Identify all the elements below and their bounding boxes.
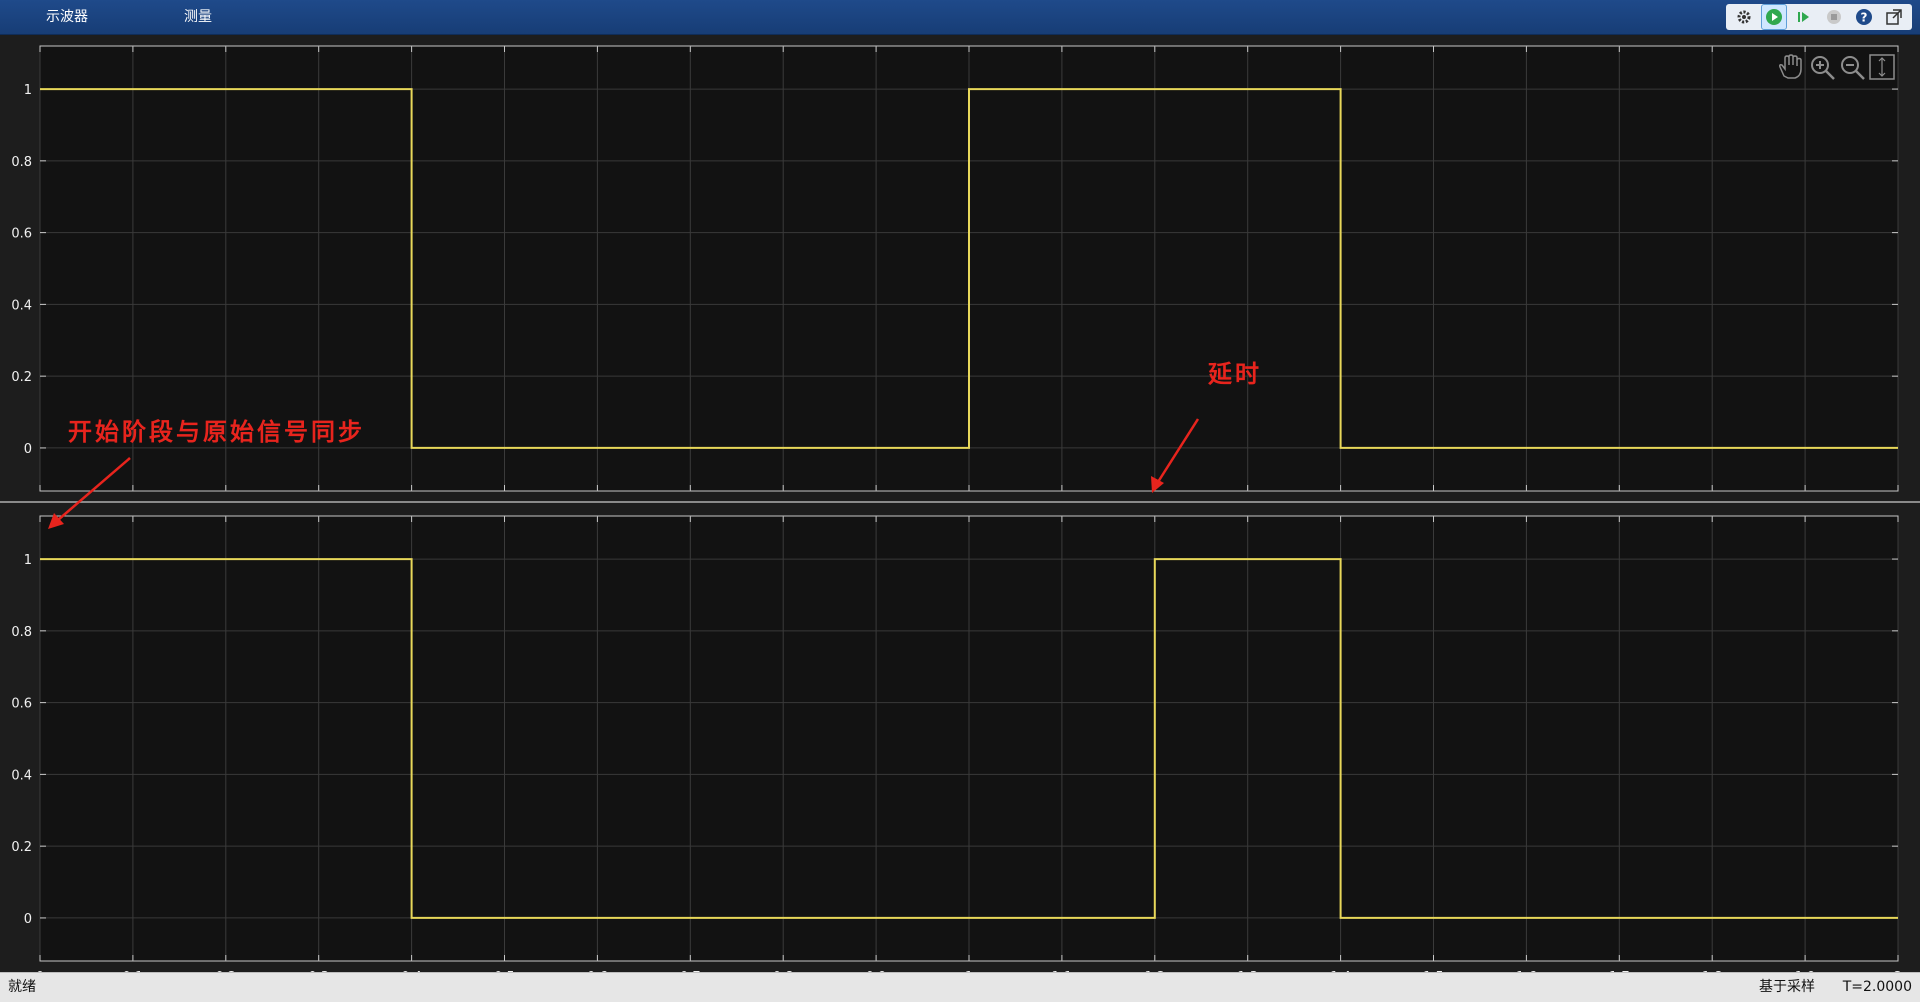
title-bar: 示波器 测量 ? bbox=[0, 0, 1920, 35]
annotation-delay: 延时 bbox=[1207, 359, 1262, 388]
undock-icon[interactable] bbox=[1882, 5, 1906, 29]
lower-axes[interactable]: 00.10.20.30.40.50.60.70.80.911.11.21.31.… bbox=[11, 515, 1902, 972]
help-icon[interactable]: ? bbox=[1852, 5, 1876, 29]
y-tick-label: 0.6 bbox=[11, 227, 32, 242]
y-tick-label: 0.6 bbox=[11, 697, 32, 712]
status-sample-mode: 基于采样 bbox=[1759, 979, 1815, 995]
y-tick-label: 0 bbox=[24, 442, 32, 457]
run-icon[interactable] bbox=[1761, 4, 1787, 30]
y-tick-label: 0 bbox=[24, 912, 32, 927]
settings-icon[interactable] bbox=[1732, 5, 1756, 29]
y-tick-label: 0.2 bbox=[11, 840, 32, 855]
stop-icon[interactable] bbox=[1822, 5, 1846, 29]
y-tick-label: 1 bbox=[24, 83, 32, 98]
y-tick-label: 0.8 bbox=[11, 155, 32, 170]
annotation-start-sync: 开始阶段与原始信号同步 bbox=[68, 417, 365, 446]
y-tick-label: 1 bbox=[24, 553, 32, 568]
y-tick-label: 0.4 bbox=[11, 768, 32, 783]
y-tick-label: 0.4 bbox=[11, 298, 32, 313]
svg-text:?: ? bbox=[1861, 11, 1868, 25]
y-tick-label: 0.2 bbox=[11, 370, 32, 385]
status-bar: 就绪 基于采样 T=2.0000 bbox=[0, 972, 1920, 1002]
tab-measurement[interactable]: 测量 bbox=[184, 0, 212, 34]
tab-oscilloscope[interactable]: 示波器 bbox=[46, 0, 88, 34]
status-ready: 就绪 bbox=[8, 979, 36, 995]
scope-display: 00.20.40.60.81 00.10.20.30.40.50.60.70.8… bbox=[0, 35, 1920, 972]
scope-canvas: 00.20.40.60.81 00.10.20.30.40.50.60.70.8… bbox=[0, 45, 1920, 972]
status-time: T=2.0000 bbox=[1842, 979, 1912, 995]
y-tick-label: 0.8 bbox=[11, 625, 32, 640]
step-forward-icon[interactable] bbox=[1792, 5, 1816, 29]
simulation-toolbar: ? bbox=[1726, 4, 1912, 30]
